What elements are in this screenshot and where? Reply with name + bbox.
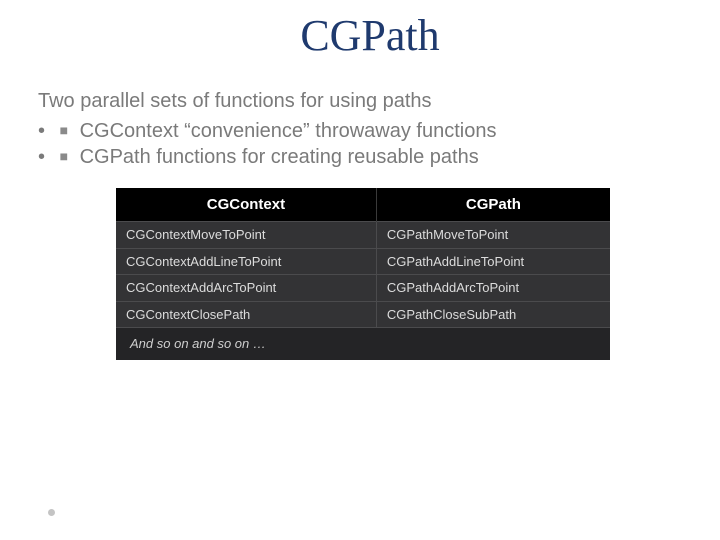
table-header-cgpath: CGPath — [376, 188, 610, 222]
table-cell: CGPathCloseSubPath — [376, 301, 610, 328]
slide-title: CGPath — [20, 10, 720, 61]
table-row: CGContextMoveToPoint CGPathMoveToPoint — [116, 222, 610, 249]
table-cell: CGPathMoveToPoint — [376, 222, 610, 249]
table: CGContext CGPath CGContextMoveToPoint CG… — [116, 188, 610, 360]
slide-body: Two parallel sets of functions for using… — [0, 89, 720, 360]
intro-text: Two parallel sets of functions for using… — [38, 89, 682, 114]
page-indicator-icon — [48, 509, 55, 516]
table-cell: CGContextAddArcToPoint — [116, 275, 376, 302]
table-cell: CGContextClosePath — [116, 301, 376, 328]
table-header-cgcontext: CGContext — [116, 188, 376, 222]
table-cell: CGPathAddLineToPoint — [376, 248, 610, 275]
bullet-dot-icon: • — [38, 144, 54, 170]
table-cell: CGContextMoveToPoint — [116, 222, 376, 249]
table-footer-text: And so on and so on … — [116, 328, 610, 360]
table-cell: CGPathAddArcToPoint — [376, 275, 610, 302]
square-icon: ■ — [60, 148, 68, 164]
slide: CGPath Two parallel sets of functions fo… — [0, 10, 720, 540]
table-cell: CGContextAddLineToPoint — [116, 248, 376, 275]
bullet-item: • ■ CGPath functions for creating reusab… — [38, 144, 682, 170]
table-row: CGContextClosePath CGPathCloseSubPath — [116, 301, 610, 328]
bullet-text: CGContext “convenience” throwaway functi… — [80, 120, 497, 142]
comparison-table: CGContext CGPath CGContextMoveToPoint CG… — [116, 188, 610, 360]
table-footer-row: And so on and so on … — [116, 328, 610, 360]
bullet-dot-icon: • — [38, 118, 54, 144]
square-icon: ■ — [60, 122, 68, 138]
table-row: CGContextAddLineToPoint CGPathAddLineToP… — [116, 248, 610, 275]
bullet-item: • ■ CGContext “convenience” throwaway fu… — [38, 118, 682, 144]
table-row: CGContextAddArcToPoint CGPathAddArcToPoi… — [116, 275, 610, 302]
bullet-text: CGPath functions for creating reusable p… — [80, 146, 479, 168]
